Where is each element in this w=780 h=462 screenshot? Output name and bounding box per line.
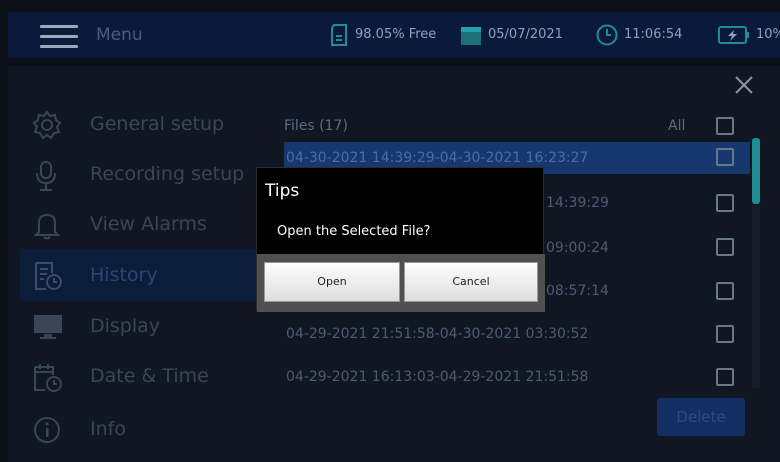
top-bar: Menu 98.05% Free 05/07/2021 11:06:54 10	[8, 12, 780, 58]
sidebar-item-info[interactable]: Info	[20, 403, 260, 455]
file-row-text: 09:00:24	[546, 240, 609, 256]
history-icon	[35, 262, 62, 290]
open-button[interactable]: Open	[264, 262, 400, 302]
file-row[interactable]: 04-29-2021 16:13:03-04-29-2021 21:51:58	[284, 361, 750, 393]
file-row-text: 04-30-2021 14:39:29-04-30-2021 16:23:27	[286, 150, 589, 166]
file-row-checkbox[interactable]	[716, 148, 734, 166]
file-row-checkbox[interactable]	[716, 282, 734, 300]
sidebar-item-label: Recording setup	[90, 163, 245, 185]
sidebar-item-recording-setup[interactable]: Recording setup	[20, 148, 260, 200]
sidebar-item-label: Display	[90, 315, 161, 337]
file-row-text: 04-29-2021 16:13:03-04-29-2021 21:51:58	[286, 369, 589, 385]
file-row[interactable]: 04-29-2021 21:51:58-04-30-2021 03:30:52	[284, 318, 750, 350]
sidebar-item-display[interactable]: Display	[20, 300, 260, 352]
info-icon	[34, 417, 60, 443]
sidebar-item-history[interactable]: History	[20, 249, 260, 301]
sidebar-item-general-setup[interactable]: General setup	[20, 98, 260, 150]
file-row-checkbox[interactable]	[716, 325, 734, 343]
delete-button[interactable]: Delete	[657, 398, 745, 436]
tips-dialog: Tips Open the Selected File? Open Cancel	[256, 167, 545, 312]
storage-status: 98.05% Free	[330, 23, 460, 47]
file-row-checkbox[interactable]	[716, 194, 734, 212]
file-row-checkbox[interactable]	[716, 368, 734, 386]
hamburger-menu-icon[interactable]	[40, 24, 78, 48]
cancel-button[interactable]: Cancel	[404, 262, 538, 302]
file-row-checkbox[interactable]	[716, 238, 734, 256]
dialog-title: Tips	[265, 181, 300, 201]
gear-icon	[32, 110, 62, 140]
battery-charging-icon	[718, 26, 749, 44]
close-icon[interactable]	[734, 75, 754, 95]
battery-status: 10%	[718, 23, 780, 47]
bell-icon	[33, 213, 61, 240]
monitor-icon	[34, 315, 62, 339]
calendar-clock-icon	[34, 364, 62, 392]
sidebar-item-view-alarms[interactable]: View Alarms	[20, 198, 260, 250]
time-text: 11:06:54	[624, 27, 683, 42]
date-text: 05/07/2021	[488, 27, 563, 42]
time-status: 11:06:54	[596, 23, 716, 47]
menu-label[interactable]: Menu	[96, 25, 143, 45]
sidebar-item-label: Info	[90, 418, 126, 440]
sd-card-icon	[331, 24, 347, 46]
file-row-text: 14:39:29	[546, 195, 609, 211]
scrollbar-thumb[interactable]	[752, 138, 760, 204]
sidebar-item-date-time[interactable]: Date & Time	[20, 350, 260, 402]
dialog-message: Open the Selected File?	[277, 224, 431, 239]
battery-text: 10%	[756, 27, 780, 42]
file-row-text: 04-29-2021 21:51:58-04-30-2021 03:30:52	[286, 326, 589, 342]
files-count-title: Files (17)	[284, 118, 348, 134]
sidebar-item-label: General setup	[90, 113, 225, 135]
dialog-button-bar: Open Cancel	[257, 254, 545, 312]
select-all-checkbox[interactable]	[716, 117, 734, 135]
select-all-label: All	[668, 118, 686, 134]
microphone-icon	[36, 161, 56, 191]
sidebar-item-label: View Alarms	[90, 213, 207, 235]
sidebar-item-label: Date & Time	[90, 365, 209, 387]
clock-icon	[596, 24, 618, 46]
storage-free-text: 98.05% Free	[355, 27, 437, 42]
file-row-text: 08:57:14	[546, 283, 609, 299]
sidebar-item-label: History	[90, 264, 158, 286]
date-status: 05/07/2021	[460, 23, 610, 47]
calendar-icon	[461, 27, 481, 45]
device-screen: Menu 98.05% Free 05/07/2021 11:06:54 10 …	[0, 0, 780, 462]
